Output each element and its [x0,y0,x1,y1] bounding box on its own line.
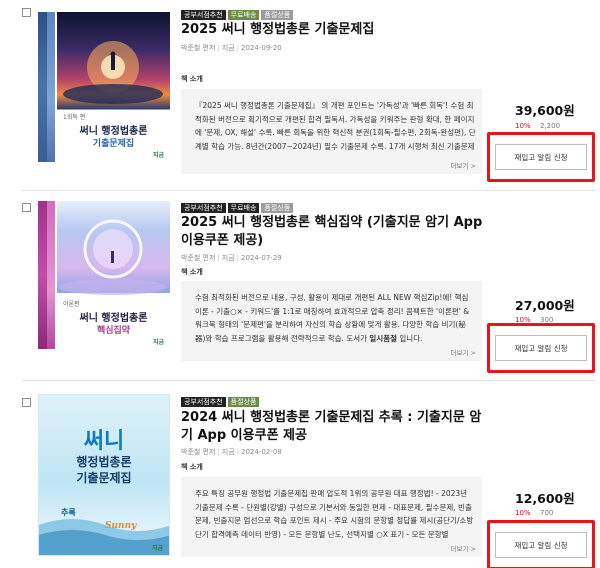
cover-volume: 이론편 [63,301,80,308]
author: 박준철 편저 [181,254,216,262]
badge-sold-out: 품절상품 [261,10,294,20]
publisher-logo: 지금 [152,339,164,346]
cover-title: 써니 [83,429,125,454]
book-cover-image[interactable]: 1회독 편 써니 행정법총론 기출문제집 지금 [38,12,170,162]
restock-highlight: 재입고 알림 신청 [487,132,595,182]
more-link[interactable]: 더보기 > [451,160,476,170]
select-checkbox[interactable] [22,203,31,212]
badge-recommend: 공부서점추천 [181,397,226,407]
price: 12,600원 [515,491,575,506]
book-title[interactable]: 2025 써니 행정법총론 핵심집약 (기출지문 암기 App 이용쿠폰 제공) [181,214,491,250]
select-checkbox[interactable] [22,398,31,407]
book-meta: 박준철 편저 | 지금 | 2024-02-08 [181,448,282,456]
publisher[interactable]: 지금 [222,448,235,456]
badge-free-shipping: 무료배송 [227,10,260,20]
badge-group: 공부서점추천 무료배송 품절상품 [181,203,294,213]
pub-date: 2024-09-20 [241,44,282,52]
divider [22,190,596,191]
select-checkbox[interactable] [22,8,31,17]
discount-rate: 10% [515,122,531,130]
badge-sold-out: 품절상품 [261,203,294,213]
intro-label: 책 소개 [181,463,203,471]
pub-date: 2024-07-29 [241,254,282,262]
publisher-logo: 지금 [151,545,163,552]
book-title[interactable]: 2025 써니 행정법총론 기출문제집 [181,21,491,39]
cover-volume: 추록 [61,508,76,517]
cover-volume: 1회독 편 [63,114,86,121]
badge-group: 공부서점추천 무료배송 품절상품 [181,10,294,20]
book-cover-image[interactable]: 이론편 써니 행정법총론 핵심집약 지금 [38,201,170,349]
description-box: 『2025 써니 행정법총론 기출문제집』 의 개편 포인트는 '가독성'과 '… [181,89,482,174]
book-item: 이론편 써니 행정법총론 핵심집약 지금 공부서점추천 무료배송 품절상품 20… [0,193,600,373]
restock-alert-button[interactable]: 재입고 알림 신청 [495,335,587,361]
cover-title: 써니 행정법총론 [79,313,148,324]
publisher-logo: 지금 [152,152,164,159]
restock-highlight: 재입고 알림 신청 [487,323,595,373]
publisher[interactable]: 지금 [222,44,235,52]
cover-subtitle-2: 기출문제집 [76,471,132,485]
badge-recommend: 공부서점추천 [181,10,226,20]
description-box: 수험 최적화된 버전으로 내용, 구성, 활용이 제대로 개편된 ALL NEW… [181,281,482,361]
cover-subtitle: 핵심집약 [96,326,131,336]
book-cover-image[interactable]: 써니 행정법총론 기출문제집 추록 Sunny 지금 [38,394,170,556]
publisher[interactable]: 지금 [222,254,235,262]
badge-recommend: 공부서점추천 [181,203,226,213]
badge-sold-out: 품절상품 [227,397,260,407]
cover-title: 써니 행정법총론 [79,126,148,137]
author: 박준철 편저 [181,44,216,52]
cover-subtitle: 행정법총론 [76,455,132,469]
intro-label: 책 소개 [181,75,203,83]
more-link[interactable]: 더보기 > [451,543,476,553]
description-text: 주요 특징 공무원 행정법 기출문제집 판매 압도적 1위의 공무원 대표 행정… [195,489,474,539]
divider [22,380,596,381]
description-text: 수험 최적화된 버전으로 내용, 구성, 활용이 제대로 개편된 ALL NEW… [195,293,470,343]
price: 27,000원 [515,298,575,313]
restock-alert-button[interactable]: 재입고 알림 신청 [495,144,587,170]
book-item: 1회독 편 써니 행정법총론 기출문제집 지금 공부서점추천 무료배송 품절상품… [0,0,600,188]
book-meta: 박준철 편저 | 지금 | 2024-07-29 [181,254,282,262]
restock-highlight: 재입고 알림 신청 [487,520,595,568]
cover-subtitle: 기출문제집 [92,139,135,149]
description-box: 주요 특징 공무원 행정법 기출문제집 판매 압도적 1위의 공무원 대표 행정… [181,477,482,557]
discount-rate: 10% [515,509,531,517]
reward-points: 700 [540,509,554,517]
price: 39,600원 [515,103,575,118]
reward-points: 2,200 [540,122,561,130]
cover-brand: Sunny [105,521,137,531]
badge-group: 공부서점추천 품절상품 [181,397,260,407]
pub-date: 2024-02-08 [241,448,282,456]
description-text: 『2025 써니 행정법총론 기출문제집』 의 개편 포인트는 '가독성'과 '… [195,101,476,151]
intro-label: 책 소개 [181,268,203,276]
badge-free-shipping: 무료배송 [227,203,260,213]
book-title[interactable]: 2024 써니 행정법총론 기출문제집 추록 : 기출지문 암기 App 이용쿠… [181,409,491,445]
book-item: 써니 행정법총론 기출문제집 추록 Sunny 지금 공부서점추천 품절상품 2… [0,388,600,568]
author: 박준철 편저 [181,448,216,456]
book-meta: 박준철 편저 | 지금 | 2024-09-20 [181,44,282,52]
more-link[interactable]: 더보기 > [451,347,476,357]
restock-alert-button[interactable]: 재입고 알림 신청 [495,532,587,558]
